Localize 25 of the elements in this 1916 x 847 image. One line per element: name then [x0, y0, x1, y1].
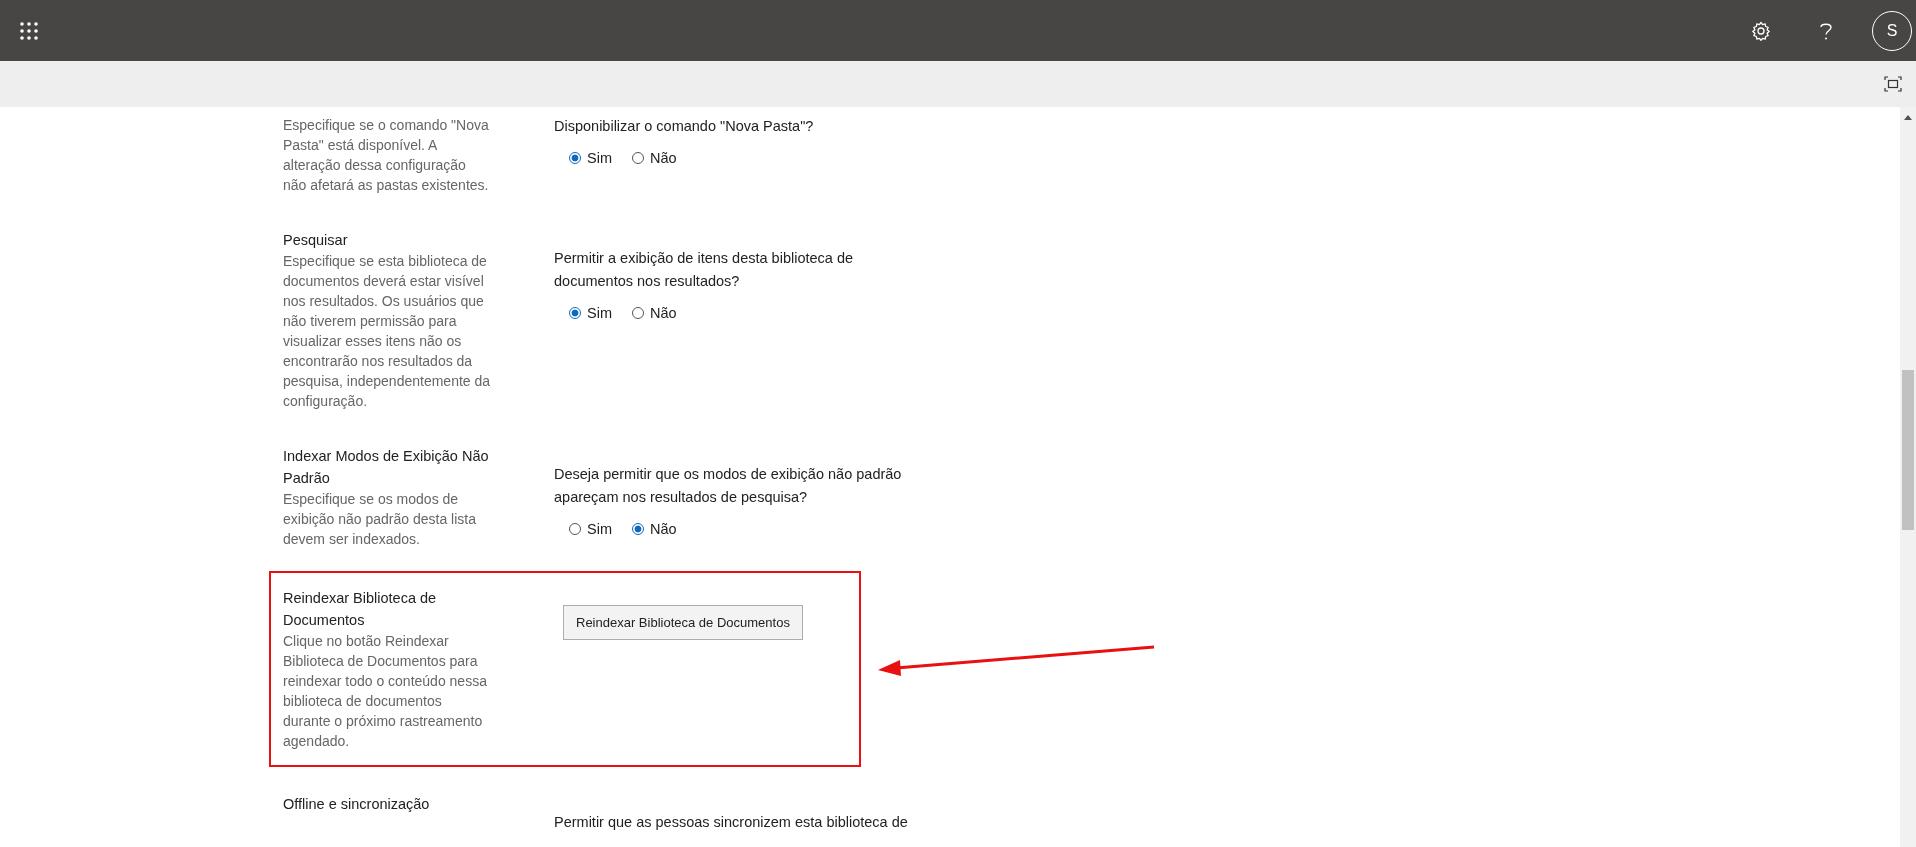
radio-option[interactable]: Sim: [569, 150, 612, 166]
section-description: Especifique se esta biblioteca de documentos deverá estar visível nos resultados. Os usuários que não tiverem permissão para visualizar esses itens não os encontrarão nos resultados da pesquisa, independentemente da configuração.: [283, 252, 492, 411]
section-title: Indexar Modos de Exibição Não Padrão: [283, 447, 490, 488]
settings-icon[interactable]: [1751, 20, 1771, 41]
setting-question: Deseja permitir que os modos de exibição não padrão apareçam nos resultados de pesquisa?: [554, 465, 903, 507]
section-title: Offline e sincronização: [283, 795, 431, 814]
setting-question: Permitir que as pessoas sincronizem esta biblioteca de: [554, 813, 909, 832]
radio-option[interactable]: Sim: [569, 521, 612, 537]
reindex-button[interactable]: Reindexar Biblioteca de Documentos: [563, 605, 803, 640]
setting-question: Disponibilizar o comando "Nova Pasta"?: [554, 117, 815, 136]
section-title: Reindexar Biblioteca de Documentos: [283, 589, 438, 630]
section-description: Especifique se o comando "Nova Pasta" está disponível. A alteração dessa configuração não afetará as pastas existentes.: [283, 116, 490, 195]
fullscreen-icon[interactable]: [1884, 76, 1902, 92]
scrollbar[interactable]: [1900, 107, 1916, 847]
section-description: Clique no botão Reindexar Biblioteca de Documentos para reindexar todo o conteúdo nessa biblioteca de documentos durante o próximo rastreamento agendado.: [283, 632, 488, 751]
radio-option[interactable]: Não: [632, 305, 677, 321]
section-description: Especifique se os modos de exibição não padrão desta lista devem ser indexados.: [283, 490, 478, 549]
section-title: Pesquisar: [283, 231, 349, 250]
app-launcher-icon[interactable]: [20, 21, 38, 40]
radio-option[interactable]: Não: [632, 150, 677, 166]
radio-option[interactable]: Não: [632, 521, 677, 537]
scroll-thumb[interactable]: [1902, 370, 1914, 530]
scroll-up-icon[interactable]: [1904, 115, 1912, 120]
setting-question: Permitir a exibição de itens desta biblioteca de documentos nos resultados?: [554, 249, 855, 291]
radio-option[interactable]: Sim: [569, 305, 612, 321]
